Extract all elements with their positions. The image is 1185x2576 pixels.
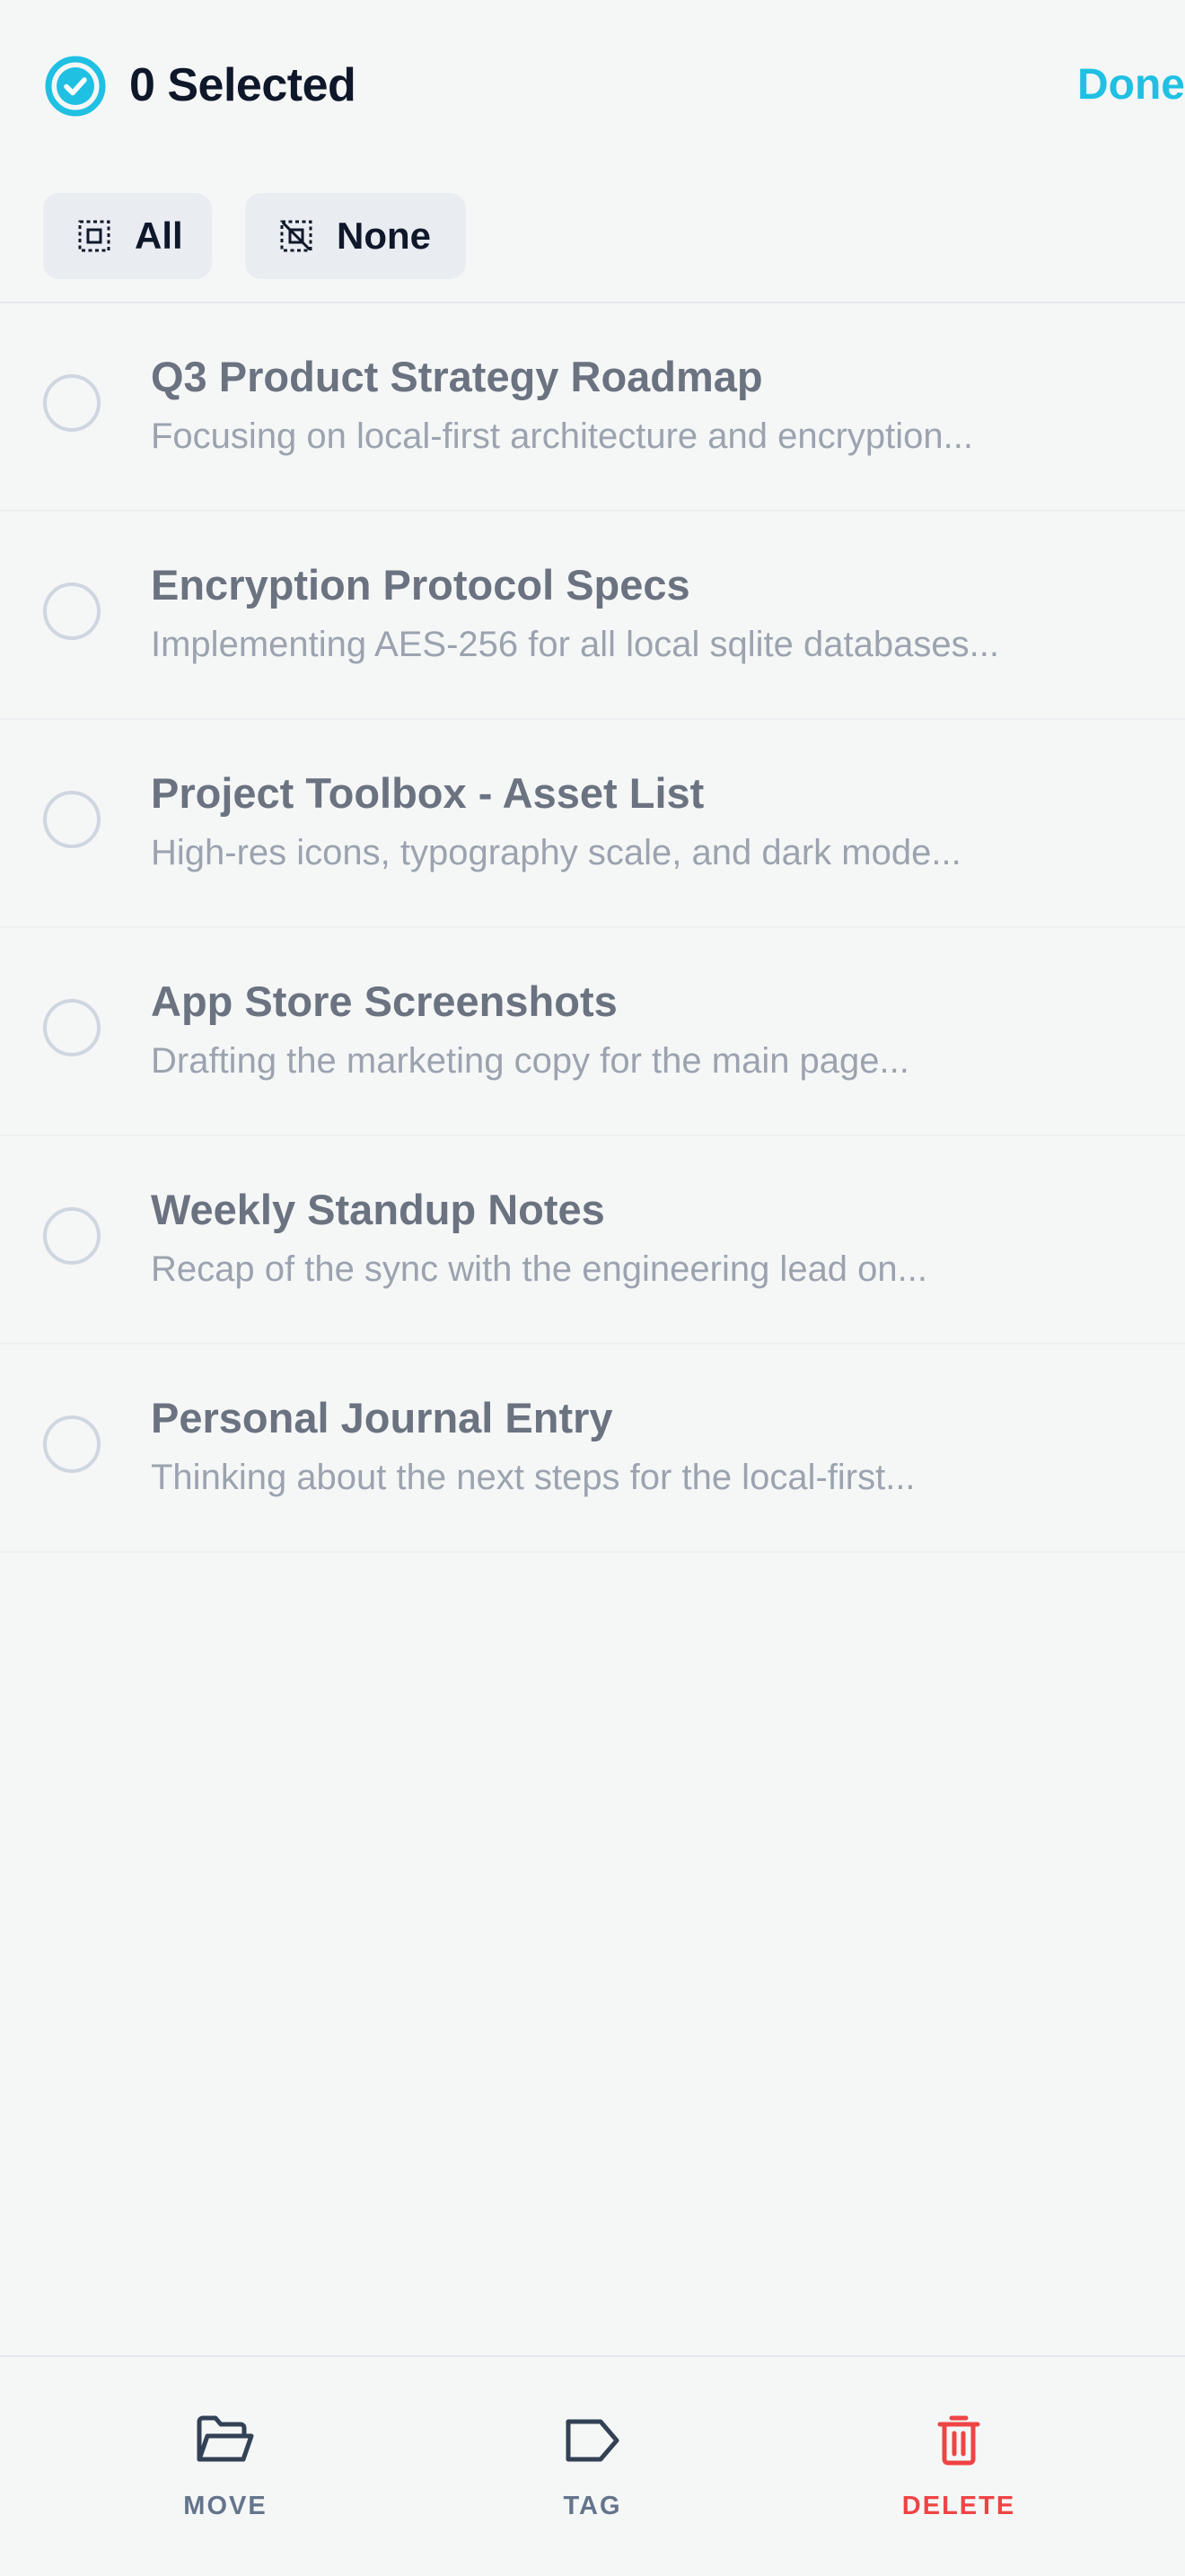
move-button[interactable]: MOVE: [118, 2413, 333, 2521]
select-none-button[interactable]: None: [245, 193, 466, 279]
check-circle-icon: [45, 56, 106, 117]
selection-header: 0 Selected Done: [0, 0, 1185, 171]
folder-open-icon: [197, 2415, 254, 2462]
note-select-radio[interactable]: [43, 374, 101, 432]
select-all-icon: [78, 220, 110, 252]
notes-list: Q3 Product Strategy Roadmap Focusing on …: [0, 303, 1185, 1553]
note-preview: High-res icons, typography scale, and da…: [151, 833, 961, 872]
note-row[interactable]: Personal Journal Entry Thinking about th…: [0, 1345, 1185, 1553]
trash-icon: [937, 2415, 980, 2466]
select-none-label: None: [337, 215, 431, 257]
note-title: Encryption Protocol Specs: [151, 561, 690, 609]
note-select-radio[interactable]: [43, 791, 101, 848]
note-select-radio[interactable]: [43, 1415, 101, 1473]
note-row[interactable]: Project Toolbox - Asset List High-res ic…: [0, 720, 1185, 928]
note-preview: Recap of the sync with the engineering l…: [151, 1249, 927, 1289]
tag-icon: [566, 2419, 619, 2462]
note-row[interactable]: Encryption Protocol Specs Implementing A…: [0, 512, 1185, 720]
note-row[interactable]: Weekly Standup Notes Recap of the sync w…: [0, 1136, 1185, 1345]
select-all-label: All: [135, 215, 183, 257]
select-all-button[interactable]: All: [43, 193, 212, 279]
tag-button[interactable]: TAG: [485, 2413, 700, 2521]
note-row[interactable]: App Store Screenshots Drafting the marke…: [0, 928, 1185, 1136]
delete-button[interactable]: DELETE: [851, 2413, 1066, 2521]
note-preview: Drafting the marketing copy for the main…: [151, 1041, 909, 1081]
note-preview: Implementing AES-256 for all local sqlit…: [151, 625, 999, 664]
note-title: Personal Journal Entry: [151, 1394, 613, 1441]
selected-count-title: 0 Selected: [129, 59, 356, 111]
note-title: Project Toolbox - Asset List: [151, 769, 705, 817]
bulk-action-bar: MOVE TAG DELETE: [0, 2355, 1185, 2576]
done-button[interactable]: Done: [1023, 56, 1185, 115]
note-title: App Store Screenshots: [151, 977, 618, 1025]
note-title: Weekly Standup Notes: [151, 1186, 605, 1233]
note-preview: Thinking about the next steps for the lo…: [151, 1458, 916, 1497]
note-select-radio[interactable]: [43, 1207, 101, 1265]
note-select-radio[interactable]: [43, 999, 101, 1056]
note-title: Q3 Product Strategy Roadmap: [151, 353, 763, 400]
delete-label: DELETE: [901, 2492, 1016, 2520]
note-select-radio[interactable]: [43, 583, 101, 640]
move-label: MOVE: [183, 2492, 268, 2520]
tag-label: TAG: [563, 2492, 622, 2520]
note-row[interactable]: Q3 Product Strategy Roadmap Focusing on …: [0, 303, 1185, 512]
deselect-icon: [280, 220, 312, 252]
note-preview: Focusing on local-first architecture and…: [151, 416, 973, 456]
